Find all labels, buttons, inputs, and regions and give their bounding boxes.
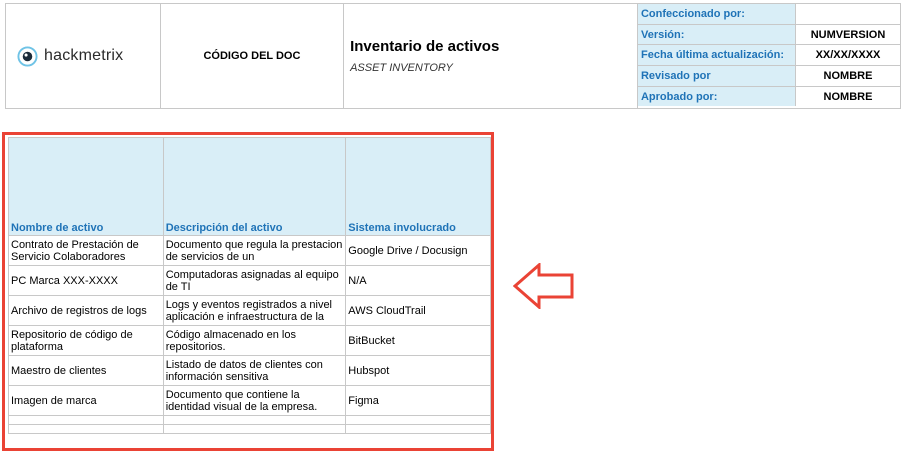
meta-label: Aprobado por:: [637, 85, 796, 107]
asset-name: Repositorio de código de plataforma: [11, 328, 133, 353]
meta-row-version: Versión: NUMVERSION: [637, 23, 900, 46]
asset-name: Imagen de marca: [11, 394, 97, 407]
meta-label: Revisado por: [637, 65, 796, 87]
meta-value[interactable]: XX/XX/XXXX: [794, 44, 900, 67]
document-header: hackmetrix CÓDIGO DEL DOC Inventario de …: [5, 3, 901, 109]
brand-logo: hackmetrix: [6, 45, 160, 67]
asset-name: Archivo de registros de logs: [11, 304, 147, 317]
table-row: Repositorio de código de plataforma Códi…: [8, 325, 491, 356]
meta-value[interactable]: NOMBRE: [794, 65, 900, 87]
empty-cell[interactable]: [345, 424, 491, 434]
asset-description-cell[interactable]: Listado de datos de clientes con informa…: [162, 355, 347, 386]
asset-system-cell[interactable]: N/A: [345, 265, 491, 296]
left-arrow-outline-icon: [513, 263, 574, 309]
title-cell: Inventario de activos ASSET INVENTORY: [343, 3, 638, 109]
empty-row: [8, 415, 491, 425]
asset-system-cell[interactable]: Google Drive / Docusign: [345, 235, 491, 266]
column-header-asset-name[interactable]: Nombre de activo: [8, 137, 164, 236]
asset-name-cell[interactable]: Repositorio de código de plataforma: [8, 325, 164, 356]
table-row: Contrato de Prestación de Servicio Colab…: [8, 235, 491, 266]
asset-system: N/A: [348, 274, 367, 287]
asset-system-cell[interactable]: BitBucket: [345, 325, 491, 356]
asset-description: Documento que contiene la identidad visu…: [165, 388, 318, 413]
asset-system: Hubspot: [348, 364, 390, 377]
meta-label: Confeccionado por:: [637, 4, 796, 25]
asset-name-cell[interactable]: Contrato de Prestación de Servicio Colab…: [8, 235, 164, 266]
meta-value[interactable]: NUMVERSION: [794, 23, 900, 46]
brand-name: hackmetrix: [44, 47, 124, 64]
meta-row-approved-by: Aprobado por: NOMBRE: [637, 85, 900, 107]
asset-name: Maestro de clientes: [11, 364, 107, 377]
asset-name: PC Marca XXX-XXXX: [11, 274, 118, 287]
asset-description: Listado de datos de clientes con informa…: [165, 358, 323, 383]
meta-row-last-updated: Fecha última actualización: XX/XX/XXXX: [637, 44, 900, 67]
highlight-frame: Nombre de activo Descripción del activo …: [2, 132, 494, 451]
asset-description-cell[interactable]: Logs y eventos registrados a nivel aplic…: [162, 295, 347, 326]
empty-cell[interactable]: [8, 415, 164, 425]
asset-name-cell[interactable]: Imagen de marca: [8, 385, 164, 416]
asset-description: Código almacenado en los repositorios.: [165, 328, 296, 353]
doc-code: CÓDIGO DEL DOC: [159, 3, 345, 109]
meta-table: Confeccionado por: Versión: NUMVERSION F…: [637, 4, 900, 107]
asset-description-cell[interactable]: Documento que regula la prestacion de se…: [162, 235, 347, 266]
asset-system: Figma: [348, 394, 379, 407]
hackmetrix-eye-logo-icon: [17, 45, 38, 67]
table-row: Imagen de marca Documento que contiene l…: [8, 385, 491, 416]
meta-cell: Confeccionado por: Versión: NUMVERSION F…: [636, 3, 901, 109]
asset-name-cell[interactable]: PC Marca XXX-XXXX: [8, 265, 164, 296]
doc-title: Inventario de activos: [350, 38, 500, 55]
asset-system-cell[interactable]: Hubspot: [345, 355, 491, 386]
asset-description-cell[interactable]: Documento que contiene la identidad visu…: [162, 385, 347, 416]
meta-label: Fecha última actualización:: [637, 44, 796, 67]
empty-cell[interactable]: [162, 424, 347, 434]
asset-description-cell[interactable]: Computadoras asignadas al equipo de TI: [162, 265, 347, 296]
asset-description-cell[interactable]: Código almacenado en los repositorios.: [162, 325, 347, 356]
column-header-system[interactable]: Sistema involucrado: [345, 137, 491, 236]
asset-description: Computadoras asignadas al equipo de TI: [165, 268, 339, 293]
asset-system-cell[interactable]: AWS CloudTrail: [345, 295, 491, 326]
asset-name-cell[interactable]: Maestro de clientes: [8, 355, 164, 386]
asset-table: Nombre de activo Descripción del activo …: [8, 137, 491, 434]
asset-system: AWS CloudTrail: [348, 304, 426, 317]
asset-system: Google Drive / Docusign: [348, 244, 468, 257]
asset-system-cell[interactable]: Figma: [345, 385, 491, 416]
asset-description: Logs y eventos registrados a nivel aplic…: [165, 298, 333, 323]
asset-table-header: Nombre de activo Descripción del activo …: [8, 137, 491, 236]
meta-value[interactable]: NOMBRE: [794, 85, 900, 107]
meta-row-reviewed-by: Revisado por NOMBRE: [637, 65, 900, 87]
table-row: Maestro de clientes Listado de datos de …: [8, 355, 491, 386]
meta-value[interactable]: [794, 4, 900, 25]
logo-cell: hackmetrix: [5, 3, 161, 109]
asset-system: BitBucket: [348, 334, 395, 347]
empty-cell[interactable]: [162, 415, 347, 425]
table-row: Archivo de registros de logs Logs y even…: [8, 295, 491, 326]
meta-row-prepared-by: Confeccionado por:: [637, 4, 900, 25]
empty-cell[interactable]: [8, 424, 164, 434]
empty-row: [8, 424, 491, 434]
meta-label: Versión:: [637, 23, 796, 46]
asset-description: Documento que regula la prestacion de se…: [165, 238, 343, 263]
asset-name-cell[interactable]: Archivo de registros de logs: [8, 295, 164, 326]
doc-subtitle: ASSET INVENTORY: [350, 62, 453, 74]
empty-cell[interactable]: [345, 415, 491, 425]
column-header-description[interactable]: Descripción del activo: [162, 137, 347, 236]
table-row: PC Marca XXX-XXXX Computadoras asignadas…: [8, 265, 491, 296]
asset-name: Contrato de Prestación de Servicio Colab…: [11, 238, 139, 263]
